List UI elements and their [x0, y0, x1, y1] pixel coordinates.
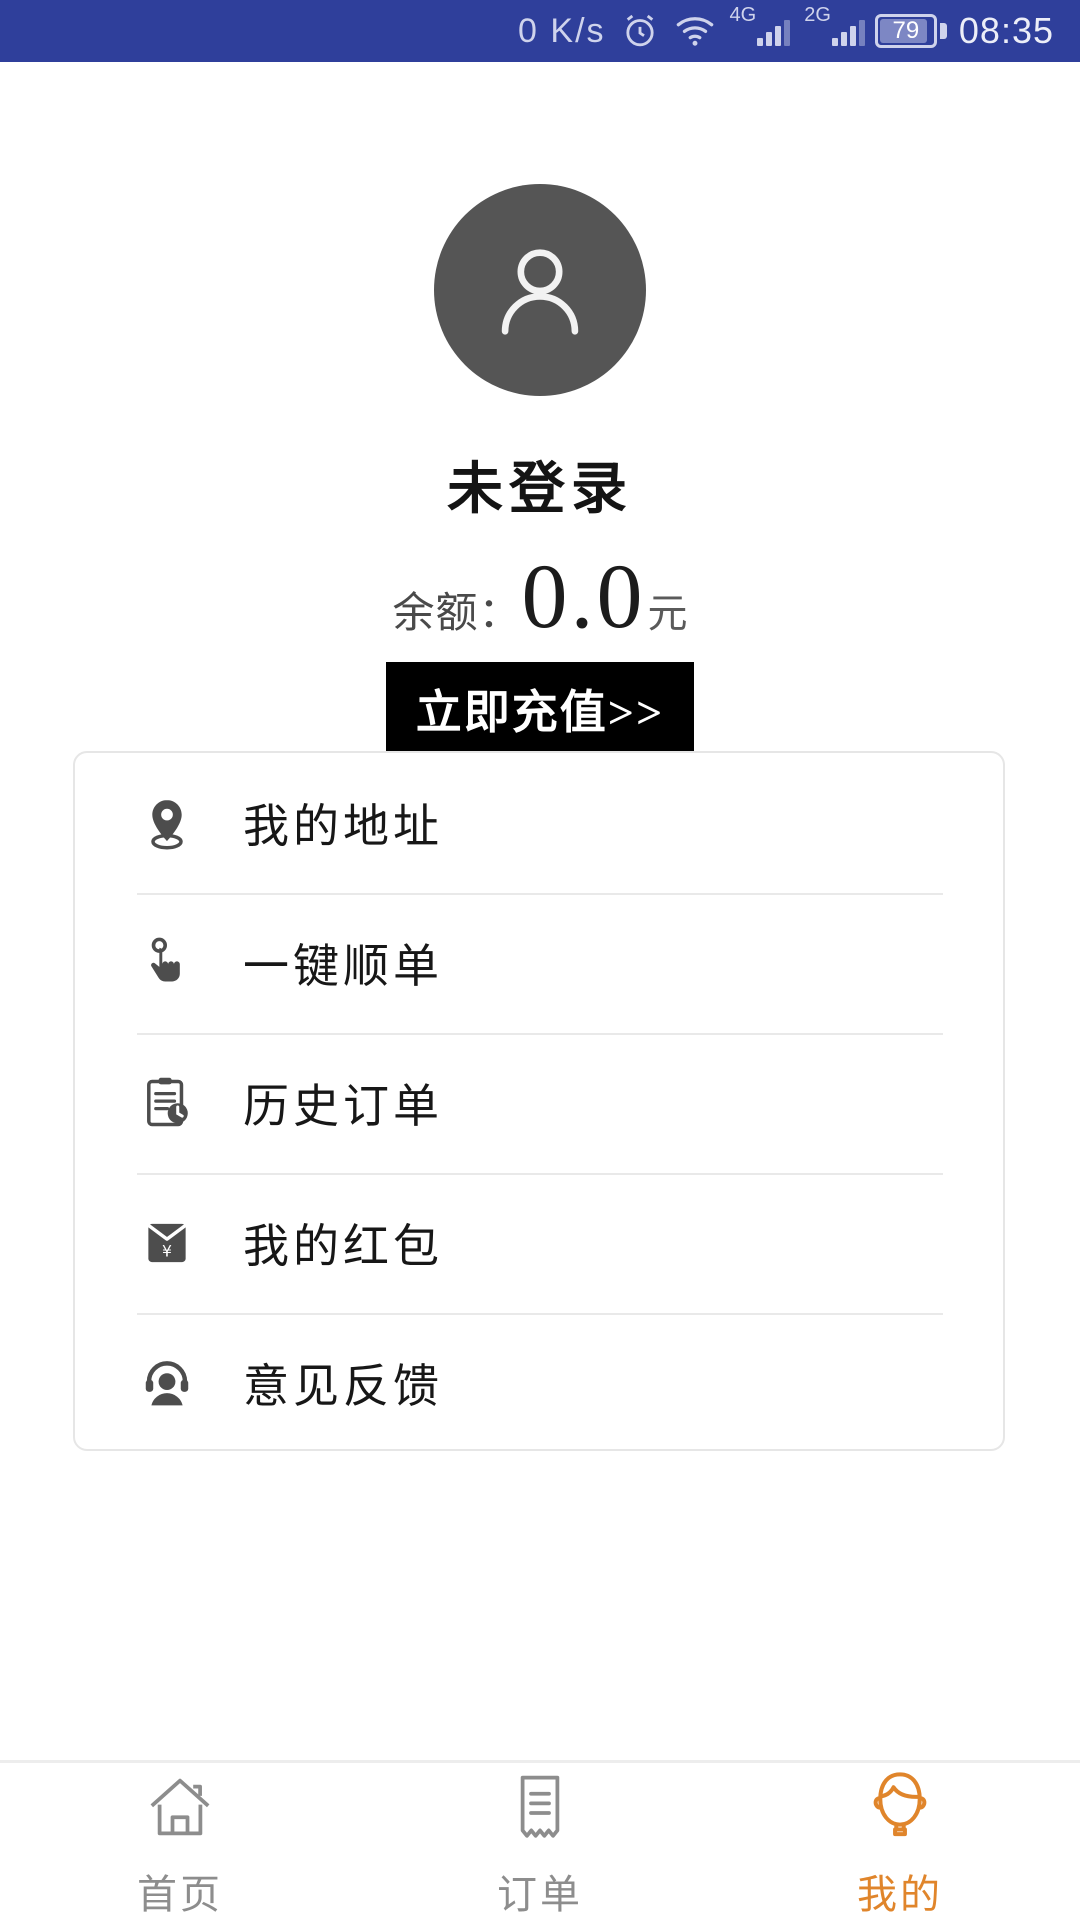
- network-speed-text: 0 K/s: [518, 12, 606, 50]
- sim2-network-label: 2G: [804, 4, 831, 26]
- nav-tab-home[interactable]: 首页: [0, 1763, 360, 1920]
- balance-value: 0.0: [521, 545, 646, 647]
- tap-hand-icon: [137, 933, 197, 993]
- menu-item-label: 意见反馈: [243, 1361, 443, 1412]
- username-text: 未登录: [447, 459, 633, 521]
- menu-item-order-history[interactable]: 历史订单: [75, 1033, 1003, 1173]
- menu-item-my-address[interactable]: 我的地址: [75, 753, 1003, 893]
- menu-item-label: 历史订单: [243, 1081, 443, 1132]
- balance-row: 余额： 0.0 元: [392, 545, 688, 647]
- user-avatar-icon: [501, 249, 579, 335]
- nav-tab-label: 我的: [857, 1871, 943, 1917]
- nav-tab-label: 首页: [137, 1871, 223, 1917]
- headset-support-icon: [137, 1353, 197, 1413]
- recharge-button[interactable]: 立即充值>>: [385, 662, 695, 761]
- clipboard-clock-icon: [137, 1073, 197, 1133]
- menu-item-my-red-packet[interactable]: ¥ 我的红包: [75, 1173, 1003, 1313]
- balance-label: 余额：: [392, 591, 522, 637]
- balance-unit: 元: [647, 591, 688, 636]
- nav-tab-mine[interactable]: 我的: [720, 1763, 1080, 1920]
- status-bar: 0 K/s 4G 2G 79 08:35: [0, 0, 1080, 62]
- svg-text:¥: ¥: [162, 1242, 172, 1260]
- menu-item-label: 我的红包: [243, 1221, 443, 1272]
- receipt-icon: [507, 1770, 573, 1844]
- clock-text: 08:35: [958, 10, 1054, 51]
- app-screen: 0 K/s 4G 2G 79 08:35 未登录 余额： 0.0 元 立即充值>…: [0, 0, 1080, 1920]
- menu-item-one-click-order[interactable]: 一键顺单: [75, 893, 1003, 1033]
- nav-tab-label: 订单: [497, 1871, 583, 1917]
- sim1-signal-bars: [757, 16, 791, 46]
- battery-cap-icon: [939, 23, 947, 39]
- sim2-signal-bars: [831, 16, 865, 46]
- alarm-clock-icon: [620, 11, 660, 51]
- red-envelope-icon: ¥: [137, 1213, 197, 1273]
- menu-item-label: 我的地址: [243, 801, 443, 852]
- menu-card: 我的地址 一键顺单 历史订单 ¥ 我的红包 意见反馈: [73, 751, 1005, 1451]
- nav-tab-orders[interactable]: 订单: [360, 1763, 720, 1920]
- home-icon: [144, 1770, 216, 1844]
- bottom-navigation-bar: 首页 订单 我的: [0, 1760, 1080, 1920]
- profile-header: 未登录 余额： 0.0 元 立即充值>>: [0, 62, 1080, 761]
- battery-indicator: 79: [874, 14, 937, 48]
- sim1-network-label: 4G: [729, 4, 757, 26]
- avatar[interactable]: [434, 184, 646, 396]
- person-head-icon: [866, 1770, 934, 1844]
- wifi-icon: [674, 13, 716, 49]
- menu-item-label: 一键顺单: [243, 941, 443, 992]
- battery-percent-text: 79: [892, 17, 920, 44]
- location-pin-icon: [137, 793, 197, 853]
- menu-item-feedback[interactable]: 意见反馈: [75, 1313, 1003, 1453]
